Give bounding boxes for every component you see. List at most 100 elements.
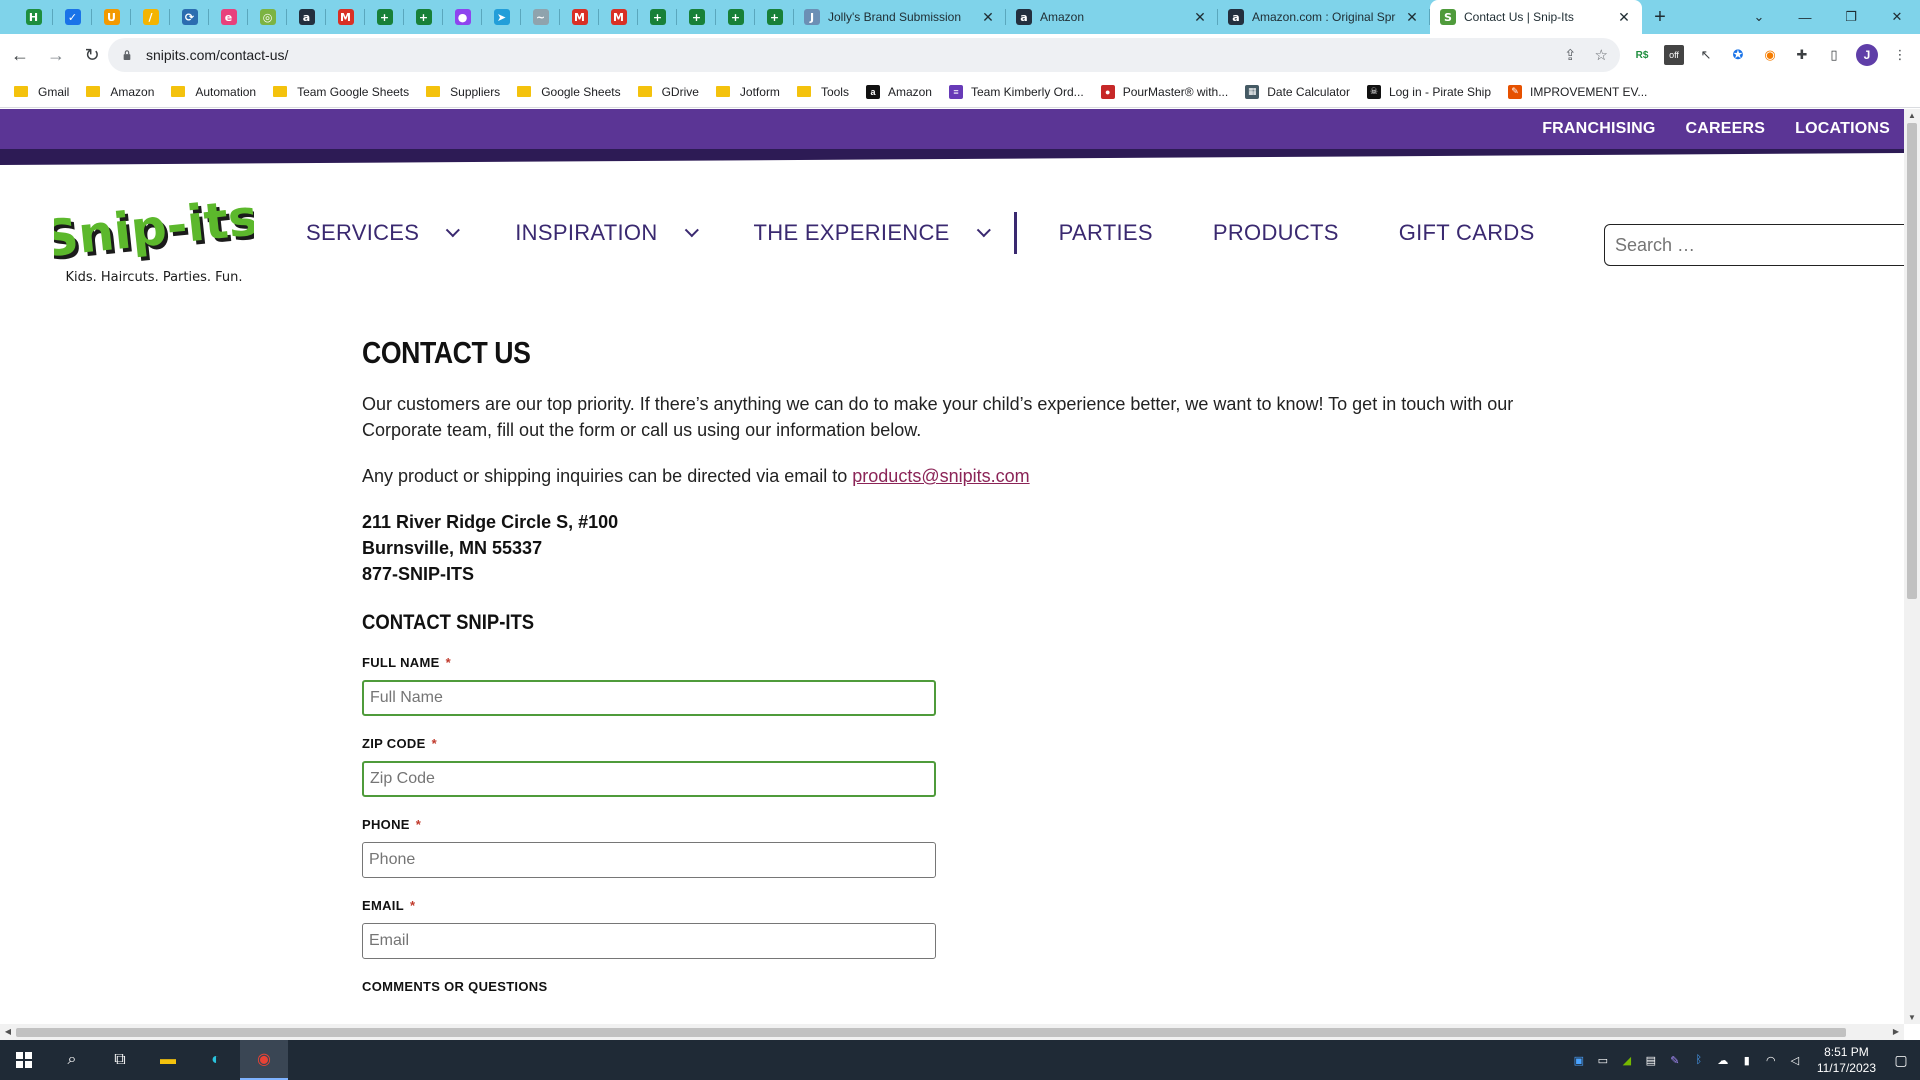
- email-input[interactable]: [362, 923, 936, 959]
- vertical-scroll-thumb[interactable]: [1907, 123, 1917, 599]
- pinned-tab[interactable]: ➤: [482, 0, 521, 34]
- scroll-up-arrow[interactable]: ▲: [1904, 111, 1920, 120]
- pinned-tab[interactable]: +: [404, 0, 443, 34]
- bookmark-item[interactable]: ≡ Team Kimberly Ord...: [948, 84, 1084, 99]
- bookmark-item[interactable]: Amazon: [86, 85, 154, 99]
- minimize-button[interactable]: —: [1782, 10, 1828, 25]
- restore-button[interactable]: ❐: [1828, 9, 1874, 25]
- search-icon[interactable]: ⌕: [48, 1040, 96, 1080]
- pinned-tab[interactable]: H: [14, 0, 53, 34]
- battery-icon[interactable]: ▮: [1737, 1040, 1757, 1080]
- tab[interactable]: a Amazon ✕: [1006, 0, 1218, 34]
- close-window-button[interactable]: ✕: [1874, 9, 1920, 25]
- scroll-left-arrow[interactable]: ◀: [0, 1024, 16, 1040]
- horizontal-scroll-thumb[interactable]: [16, 1028, 1846, 1037]
- bookmark-item[interactable]: ● PourMaster® with...: [1100, 84, 1228, 99]
- bookmark-item[interactable]: Gmail: [14, 85, 69, 99]
- nav-item-the-experience[interactable]: THE EXPERIENCE: [754, 220, 991, 246]
- franchising-link[interactable]: FRANCHISING: [1542, 120, 1655, 138]
- scroll-right-arrow[interactable]: ▶: [1888, 1024, 1904, 1040]
- task-view-icon[interactable]: ⧉: [96, 1040, 144, 1080]
- pinned-tab[interactable]: +: [755, 0, 794, 34]
- edge-icon[interactable]: ◐: [192, 1040, 240, 1080]
- reload-button[interactable]: ↻: [76, 39, 108, 71]
- extension-cursor-icon[interactable]: ↖: [1696, 45, 1716, 65]
- pinned-tab[interactable]: +: [638, 0, 677, 34]
- tab-search-icon[interactable]: ⌄: [1736, 9, 1782, 25]
- close-tab-icon[interactable]: ✕: [1404, 9, 1420, 26]
- pinned-tab[interactable]: M: [326, 0, 365, 34]
- nav-item-services[interactable]: SERVICES: [306, 220, 461, 246]
- pinned-tab[interactable]: M: [599, 0, 638, 34]
- volume-icon[interactable]: ◁: [1785, 1040, 1805, 1080]
- chrome-icon[interactable]: ◉: [240, 1040, 288, 1080]
- extension-rs-icon[interactable]: R$: [1632, 45, 1652, 65]
- nav-item-inspiration[interactable]: INSPIRATION: [515, 220, 699, 246]
- wifi-icon[interactable]: ◠: [1761, 1040, 1781, 1080]
- tray-nvidia-icon[interactable]: ◢: [1617, 1040, 1637, 1080]
- locations-link[interactable]: LOCATIONS: [1795, 120, 1890, 138]
- chevron-down-icon[interactable]: [684, 223, 699, 238]
- onedrive-icon[interactable]: ☁: [1713, 1040, 1733, 1080]
- bookmark-item[interactable]: ✎ IMPROVEMENT EV...: [1508, 84, 1647, 99]
- bookmark-item[interactable]: Tools: [796, 85, 849, 99]
- bookmark-item[interactable]: Google Sheets: [517, 85, 621, 99]
- careers-link[interactable]: CAREERS: [1686, 120, 1766, 138]
- pinned-tab[interactable]: ~: [521, 0, 560, 34]
- tray-monitor-icon[interactable]: ▭: [1593, 1040, 1613, 1080]
- tray-app-icon[interactable]: ▣: [1569, 1040, 1589, 1080]
- pinned-tab[interactable]: +: [365, 0, 404, 34]
- bookmark-item[interactable]: ☠ Log in - Pirate Ship: [1366, 84, 1491, 99]
- scroll-down-arrow[interactable]: ▼: [1904, 1013, 1920, 1022]
- pinned-tab[interactable]: /: [131, 0, 170, 34]
- pinned-tab[interactable]: ⟳: [170, 0, 209, 34]
- extension-orange-icon[interactable]: ◉: [1760, 45, 1780, 65]
- search-input[interactable]: [1604, 224, 1904, 266]
- pinned-tab[interactable]: e: [209, 0, 248, 34]
- pinned-tab[interactable]: ●: [443, 0, 482, 34]
- phone-input[interactable]: [362, 842, 936, 878]
- tab[interactable]: J Jolly's Brand Submission ✕: [794, 0, 1006, 34]
- windows-start-icon[interactable]: [0, 1040, 48, 1080]
- bookmark-item[interactable]: Suppliers: [426, 85, 500, 99]
- products-email-link[interactable]: products@snipits.com: [852, 466, 1029, 486]
- menu-kebab-icon[interactable]: ⋮: [1890, 45, 1910, 65]
- nav-item-products[interactable]: PRODUCTS: [1213, 220, 1339, 246]
- side-panel-icon[interactable]: ▯: [1824, 45, 1844, 65]
- profile-avatar[interactable]: J: [1856, 44, 1878, 66]
- full-name-input[interactable]: [362, 680, 936, 716]
- new-tab-button[interactable]: +: [1642, 0, 1678, 34]
- tab-active[interactable]: S Contact Us | Snip-Its ✕: [1430, 0, 1642, 34]
- nav-item-parties[interactable]: PARTIES: [1059, 220, 1153, 246]
- pinned-tab[interactable]: ◎: [248, 0, 287, 34]
- tab[interactable]: a Amazon.com : Original Spr ✕: [1218, 0, 1430, 34]
- forward-button[interactable]: →: [40, 39, 72, 71]
- tray-pen-icon[interactable]: ✎: [1665, 1040, 1685, 1080]
- tray-display-icon[interactable]: ▤: [1641, 1040, 1661, 1080]
- extension-off-icon[interactable]: off: [1664, 45, 1684, 65]
- bookmark-item[interactable]: ▦ Date Calculator: [1245, 84, 1350, 99]
- bookmark-item[interactable]: Jotform: [715, 85, 780, 99]
- taskbar-clock[interactable]: 8:51 PM 11/17/2023: [1817, 1044, 1876, 1076]
- nav-item-gift-cards[interactable]: GIFT CARDS: [1399, 220, 1535, 246]
- extension-blue-icon[interactable]: ✪: [1728, 45, 1748, 65]
- pinned-tab[interactable]: U: [92, 0, 131, 34]
- notifications-icon[interactable]: ▢: [1886, 1040, 1916, 1080]
- chevron-down-icon[interactable]: [446, 223, 461, 238]
- bookmark-item[interactable]: Team Google Sheets: [273, 85, 409, 99]
- address-bar[interactable]: snipits.com/contact-us/ ⇪ ☆: [108, 38, 1620, 72]
- pinned-tab[interactable]: +: [716, 0, 755, 34]
- pinned-tab[interactable]: ✓: [53, 0, 92, 34]
- close-tab-icon[interactable]: ✕: [980, 9, 996, 26]
- bookmark-item[interactable]: a Amazon: [865, 84, 932, 99]
- horizontal-scrollbar[interactable]: ◀ ▶: [0, 1024, 1904, 1040]
- bookmark-item[interactable]: Automation: [171, 85, 256, 99]
- bluetooth-icon[interactable]: ᛒ: [1689, 1040, 1709, 1080]
- pinned-tab[interactable]: a: [287, 0, 326, 34]
- close-tab-icon[interactable]: ✕: [1616, 9, 1632, 26]
- bookmark-item[interactable]: GDrive: [637, 85, 699, 99]
- pinned-tab[interactable]: M: [560, 0, 599, 34]
- file-explorer-icon[interactable]: ▬: [144, 1040, 192, 1080]
- snipits-logo[interactable]: Snip-its Snip-its Kids. Haircuts. Partie…: [54, 187, 254, 287]
- zip-code-input[interactable]: [362, 761, 936, 797]
